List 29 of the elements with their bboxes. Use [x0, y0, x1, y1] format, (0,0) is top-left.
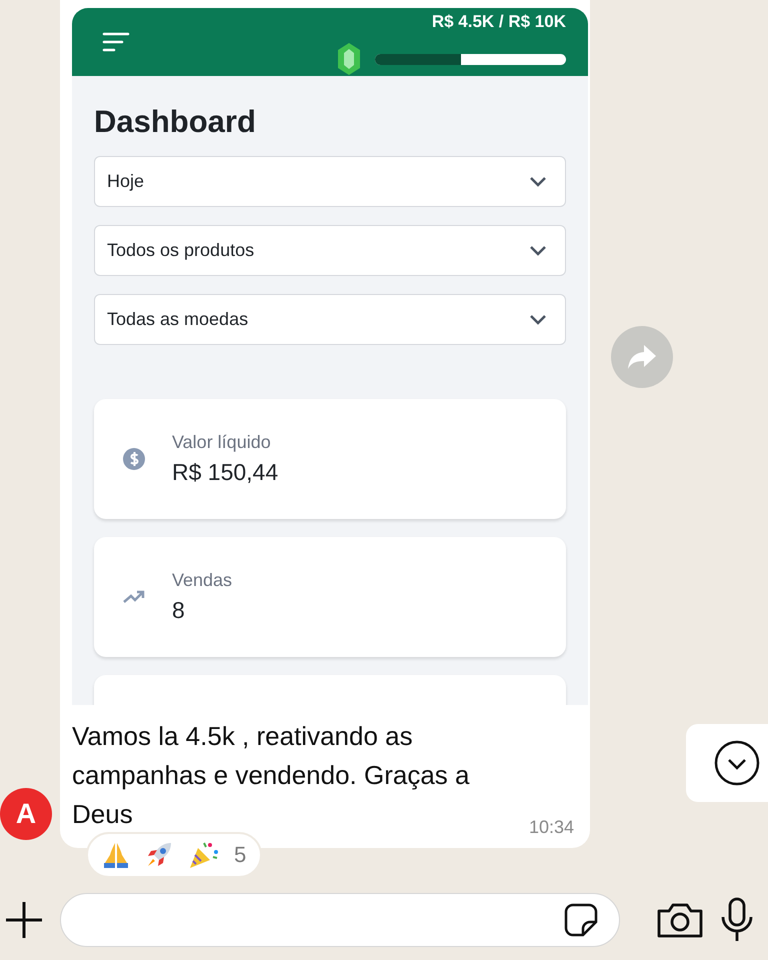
chevron-down-circle-icon	[714, 740, 760, 786]
menu-icon[interactable]	[102, 30, 130, 54]
camera-icon[interactable]	[656, 901, 704, 939]
party-popper-icon	[188, 840, 220, 870]
chevron-down-icon	[529, 176, 547, 188]
praying-hands-icon	[102, 841, 130, 869]
message-text: Vamos la 4.5k , reativando as campanhas e vendendo. Graças a Deus	[72, 720, 470, 831]
stat-value: R$ 150,44	[172, 459, 278, 486]
reactions-pill[interactable]: 5	[86, 832, 262, 878]
scroll-down-button[interactable]	[686, 724, 768, 802]
sticker-icon[interactable]	[563, 902, 599, 938]
stat-label: Vendas	[172, 570, 232, 591]
page-title: Dashboard	[94, 104, 257, 140]
goal-label: R$ 4.5K / R$ 10K	[432, 12, 566, 32]
message-time: 10:34	[528, 817, 574, 838]
forward-arrow-icon	[627, 344, 657, 370]
chevron-down-icon	[529, 244, 547, 256]
filter-dropdown[interactable]: Hoje	[94, 156, 566, 207]
plus-icon[interactable]	[4, 900, 44, 940]
avatar[interactable]: A	[0, 788, 52, 840]
filter-dropdown[interactable]: Todos os produtos	[94, 225, 566, 276]
stat-label: Valor líquido	[172, 432, 272, 453]
gem-icon	[337, 42, 361, 76]
chevron-down-icon	[529, 314, 547, 326]
stat-value: 8	[172, 597, 186, 624]
reaction-count: 5	[234, 842, 246, 868]
microphone-icon[interactable]	[720, 897, 754, 943]
filter-dropdown[interactable]: Todas as moedas	[94, 294, 566, 345]
dollar-coin-icon	[122, 447, 146, 471]
